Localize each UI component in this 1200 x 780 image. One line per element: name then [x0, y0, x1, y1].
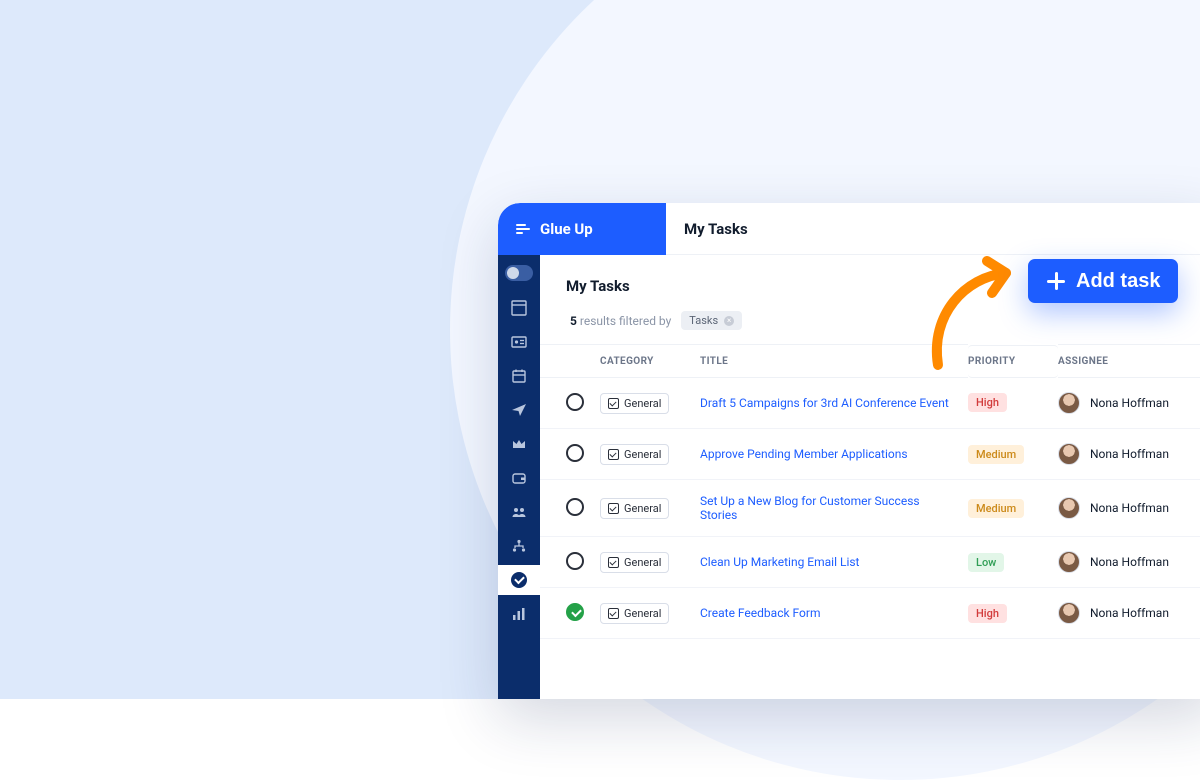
calendar-icon: [511, 368, 527, 384]
category-label: General: [624, 502, 661, 515]
table-row[interactable]: General Clean Up Marketing Email List Low N…: [540, 537, 1200, 588]
priority-badge: High: [968, 604, 1007, 623]
category-tag[interactable]: General: [600, 498, 669, 519]
category-tag[interactable]: General: [600, 552, 669, 573]
table-row[interactable]: General Draft 5 Campaigns for 3rd AI Conf…: [540, 378, 1200, 429]
checkbox-icon: [608, 557, 619, 568]
assignee-name: Nona Hoffman: [1090, 606, 1169, 620]
assignee-name: Nona Hoffman: [1090, 555, 1169, 569]
filter-chip-label: Tasks: [689, 314, 718, 327]
sidebar-item-analytics[interactable]: [498, 599, 540, 629]
tasks-icon: [511, 572, 527, 588]
analytics-icon: [511, 606, 527, 622]
brand-label: Glue Up: [540, 220, 593, 238]
category-label: General: [624, 607, 661, 620]
table-row[interactable]: General Create Feedback Form High Nona Hoff…: [540, 588, 1200, 639]
status-toggle[interactable]: [566, 603, 584, 621]
task-title-link[interactable]: Draft 5 Campaigns for 3rd AI Conference …: [700, 396, 949, 410]
sidebar-item-org[interactable]: [498, 531, 540, 561]
sidebar-toggle[interactable]: [505, 265, 533, 281]
sidebar-item-events[interactable]: [498, 361, 540, 391]
filter-suffix: results filtered by: [580, 314, 671, 328]
checkbox-icon: [608, 398, 619, 409]
col-assignee: ASSIGNEE: [1058, 345, 1200, 378]
result-count: 5: [570, 314, 577, 328]
assignee-cell[interactable]: Nona Hoffman: [1058, 443, 1200, 465]
category-tag[interactable]: General: [600, 603, 669, 624]
main-panel: My Tasks 5 results filtered by Tasks × C…: [540, 255, 1200, 699]
avatar: [1058, 392, 1080, 414]
assignee-name: Nona Hoffman: [1090, 447, 1169, 461]
sidebar-item-campaigns[interactable]: [498, 395, 540, 425]
wallet-icon: [511, 470, 527, 486]
task-title-link[interactable]: Clean Up Marketing Email List: [700, 555, 860, 569]
avatar: [1058, 497, 1080, 519]
status-toggle[interactable]: [566, 552, 584, 570]
add-task-button[interactable]: Add task: [1028, 259, 1178, 303]
filter-summary: 5 results filtered by Tasks ×: [540, 299, 1200, 344]
priority-badge: Medium: [968, 445, 1024, 464]
sidebar-item-tasks[interactable]: [498, 565, 540, 595]
category-label: General: [624, 556, 661, 569]
sidebar-item-finance[interactable]: [498, 463, 540, 493]
category-label: General: [624, 397, 661, 410]
checkbox-icon: [608, 449, 619, 460]
tasks-table: CATEGORY TITLE PRIORITY ASSIGNEE General…: [540, 344, 1200, 639]
checkbox-icon: [608, 503, 619, 514]
task-title-link[interactable]: Set Up a New Blog for Customer Success S…: [700, 494, 920, 522]
assignee-cell[interactable]: Nona Hoffman: [1058, 497, 1200, 519]
plus-icon: [1046, 271, 1066, 291]
assignee-name: Nona Hoffman: [1090, 396, 1169, 410]
category-label: General: [624, 448, 661, 461]
status-toggle[interactable]: [566, 444, 584, 462]
send-icon: [511, 402, 527, 418]
add-task-label: Add task: [1076, 270, 1160, 293]
remove-filter-icon[interactable]: ×: [724, 316, 734, 326]
avatar: [1058, 443, 1080, 465]
sidebar-item-dashboard[interactable]: [498, 293, 540, 323]
crown-icon: [511, 436, 527, 452]
avatar: [1058, 551, 1080, 573]
table-row[interactable]: General Set Up a New Blog for Customer Su…: [540, 480, 1200, 537]
menu-icon: [516, 222, 530, 236]
task-title-link[interactable]: Create Feedback Form: [700, 606, 820, 620]
sidebar-item-memberships[interactable]: [498, 429, 540, 459]
sidebar-item-community[interactable]: [498, 497, 540, 527]
avatar: [1058, 602, 1080, 624]
priority-badge: Low: [968, 553, 1004, 572]
table-row[interactable]: General Approve Pending Member Applicatio…: [540, 429, 1200, 480]
assignee-cell[interactable]: Nona Hoffman: [1058, 602, 1200, 624]
assignee-cell[interactable]: Nona Hoffman: [1058, 392, 1200, 414]
status-toggle[interactable]: [566, 498, 584, 516]
app-header: Glue Up My Tasks: [498, 203, 1200, 255]
assignee-cell[interactable]: Nona Hoffman: [1058, 551, 1200, 573]
col-category: CATEGORY: [600, 345, 700, 378]
org-icon: [511, 538, 527, 554]
sidebar: [498, 255, 540, 699]
people-icon: [511, 504, 527, 520]
checkbox-icon: [608, 608, 619, 619]
category-tag[interactable]: General: [600, 393, 669, 414]
filter-chip-tasks[interactable]: Tasks ×: [681, 311, 742, 330]
priority-badge: High: [968, 393, 1007, 412]
task-title-link[interactable]: Approve Pending Member Applications: [700, 447, 908, 461]
col-title: TITLE: [700, 345, 968, 378]
priority-badge: Medium: [968, 499, 1024, 518]
col-priority: PRIORITY: [968, 345, 1058, 378]
category-tag[interactable]: General: [600, 444, 669, 465]
dashboard-icon: [511, 300, 527, 316]
id-card-icon: [511, 334, 527, 350]
page-title: My Tasks: [666, 203, 1200, 255]
status-toggle[interactable]: [566, 393, 584, 411]
sidebar-item-contacts[interactable]: [498, 327, 540, 357]
brand-area[interactable]: Glue Up: [498, 203, 666, 255]
assignee-name: Nona Hoffman: [1090, 501, 1169, 515]
